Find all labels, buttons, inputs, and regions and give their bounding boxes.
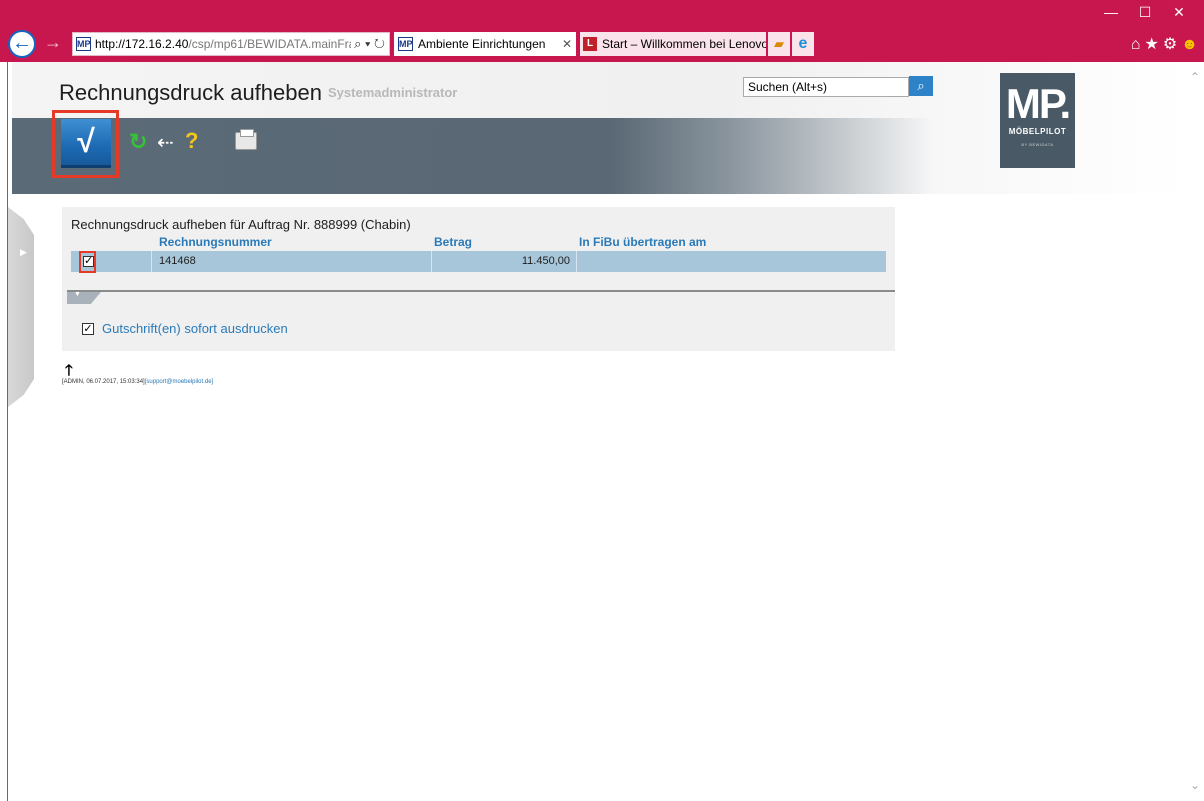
chevron-down-icon[interactable]: ▼ <box>74 291 81 298</box>
column-header-fibu[interactable]: In FiBu übertragen am <box>579 235 706 249</box>
cell-betrag: 11.450,00 <box>521 255 570 267</box>
support-email-link[interactable]: [support@moebelpilot.de] <box>145 379 213 385</box>
tab-label: Ambiente Einrichtungen <box>418 37 546 51</box>
url-path: /csp/mp61/BEWIDATA.mainFra <box>188 37 356 51</box>
star-icon[interactable]: ★ <box>1144 36 1158 53</box>
maximize-button[interactable]: ☐ <box>1128 4 1162 21</box>
url-host: http://172.16.2.40 <box>95 37 189 51</box>
browser-back-button[interactable]: ← <box>8 30 36 58</box>
tab-ambiente-einrichtungen[interactable]: MP Ambiente Einrichtungen ✕ <box>394 32 576 56</box>
page-subtitle: Systemadministrator <box>328 85 458 100</box>
forward-icon: → <box>44 32 62 52</box>
refresh-button[interactable]: ↻ <box>129 129 147 155</box>
toolbar-band <box>12 118 932 194</box>
cell-separator <box>151 251 152 272</box>
page-title: Rechnungsdruck aufheben <box>59 80 322 105</box>
app-header: Rechnungsdruck aufheben Systemadministra… <box>12 62 1184 194</box>
logo-text: MÖBELPILOT <box>1008 127 1067 136</box>
logo-mark: MP. <box>1005 80 1071 127</box>
column-header-betrag[interactable]: Betrag <box>434 235 472 249</box>
home-icon[interactable]: ⌂ <box>1131 36 1141 53</box>
back-arrow-icon: ⇠ <box>157 132 174 154</box>
help-button[interactable]: ? <box>185 128 198 154</box>
window-controls: — ☐ ✕ <box>1094 4 1196 21</box>
gutschrift-checkbox[interactable]: ✓ <box>82 323 94 335</box>
mp-favicon-icon: MP <box>76 37 91 51</box>
scroll-up-icon[interactable]: ⌃ <box>1190 70 1200 84</box>
check-icon: √ <box>77 123 95 159</box>
ie-compat-button[interactable]: e <box>792 32 814 56</box>
moebelpilot-logo: MP. MÖBELPILOT BY BEWIDATA <box>1000 73 1075 168</box>
confirm-button[interactable]: √ <box>61 119 111 168</box>
scroll-down-icon[interactable]: ⌄ <box>1190 778 1200 792</box>
close-icon[interactable]: ✕ <box>562 32 572 56</box>
section-collapse-toggle[interactable] <box>67 292 101 304</box>
new-tab-icon: ▰ <box>774 36 784 51</box>
mp-favicon-icon: MP <box>398 37 413 51</box>
search-icon: ⌕ <box>917 78 925 93</box>
minimize-button[interactable]: — <box>1094 4 1128 20</box>
address-bar[interactable]: MP http://172.16.2.40/csp/mp61/BEWIDATA.… <box>72 32 390 56</box>
cell-separator <box>576 251 577 272</box>
browser-toolbar-icons: ⌂ ★ ⚙ ☻ <box>1127 34 1198 54</box>
cell-rechnungsnummer: 141468 <box>159 255 196 267</box>
address-bar-search-refresh-icon[interactable]: ⌕ ▾ ↻ <box>351 33 385 55</box>
viewport-edge <box>0 62 8 801</box>
form-area: Rechnungsdruck aufheben für Auftrag Nr. … <box>62 207 895 351</box>
print-icon[interactable] <box>235 129 257 150</box>
footer-session: [ADMIN, 06.07.2017, 15:03:34] <box>62 379 145 385</box>
logo-subtext: BY BEWIDATA <box>1021 142 1054 147</box>
lenovo-favicon-icon: L <box>583 37 597 51</box>
footer-info: [ADMIN, 06.07.2017, 15:03:34][support@mo… <box>62 379 213 385</box>
column-header-rechnungsnummer[interactable]: Rechnungsnummer <box>159 235 272 249</box>
search-button[interactable]: ⌕ <box>909 76 933 96</box>
browser-forward-button[interactable]: → <box>44 32 62 52</box>
refresh-icon: ↻ <box>129 129 148 154</box>
grid-caption: Rechnungsdruck aufheben für Auftrag Nr. … <box>71 217 411 232</box>
help-icon: ? <box>185 128 199 153</box>
section-divider <box>67 290 895 292</box>
side-drawer-handle[interactable] <box>8 207 34 407</box>
browser-titlebar: ← → MP http://172.16.2.40/csp/mp61/BEWID… <box>0 0 1204 62</box>
row-select-checkbox[interactable]: ✓ <box>83 256 94 267</box>
gutschrift-label[interactable]: Gutschrift(en) sofort ausdrucken <box>102 321 288 336</box>
new-tab-button[interactable]: ▰ <box>768 32 790 56</box>
back-button[interactable]: ⇠ <box>157 130 174 155</box>
gear-icon[interactable]: ⚙ <box>1163 36 1177 53</box>
drawer-expand-icon[interactable]: ▶ <box>20 247 27 258</box>
smiley-icon[interactable]: ☻ <box>1181 36 1198 53</box>
content-panel: Rechnungsdruck aufheben für Auftrag Nr. … <box>52 197 904 423</box>
ie-icon: e <box>798 35 808 52</box>
tab-label: Start – Willkommen bei Lenovo <box>602 37 766 51</box>
back-icon: ← <box>12 32 32 54</box>
window-close-button[interactable]: ✕ <box>1162 4 1196 21</box>
tab-lenovo-start[interactable]: L Start – Willkommen bei Lenovo <box>580 32 766 56</box>
search-input[interactable] <box>743 77 909 97</box>
